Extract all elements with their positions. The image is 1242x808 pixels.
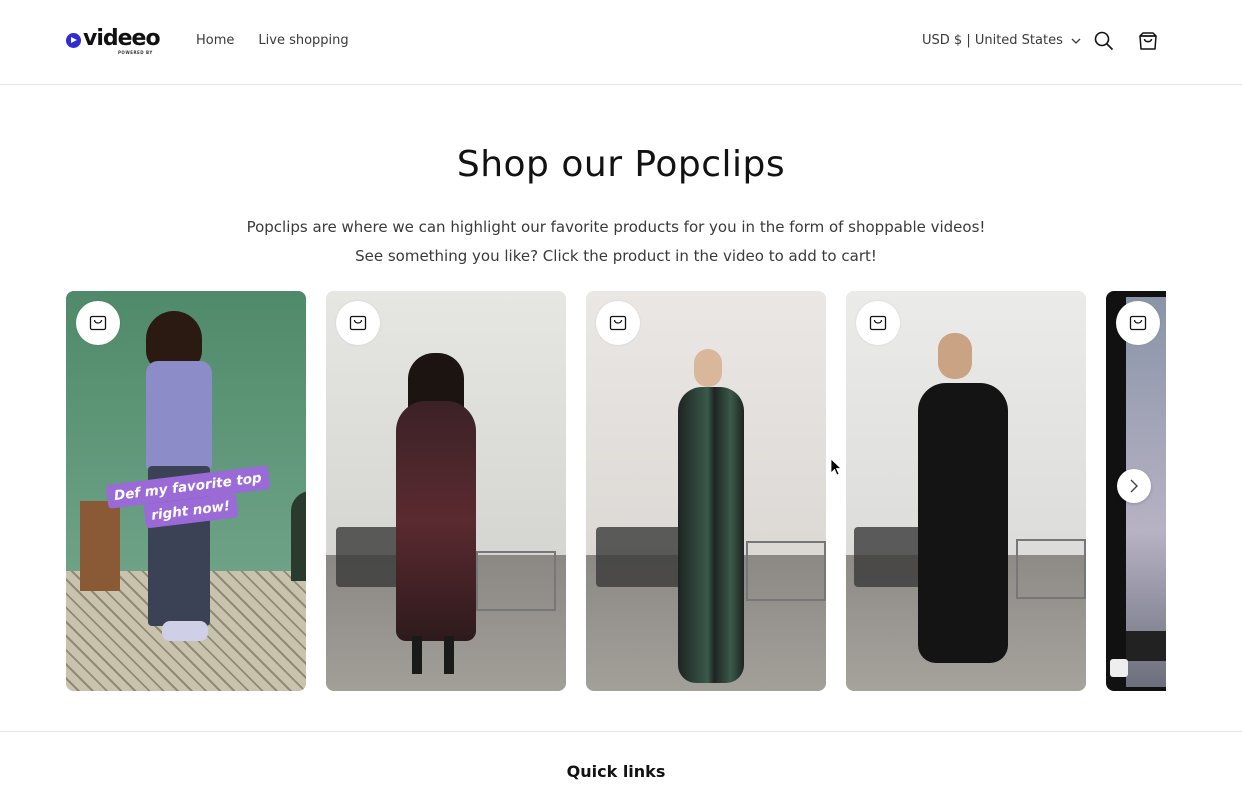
chevron-down-icon [1071,38,1081,44]
popclips-carousel: Def my favorite top right now! [66,291,1166,691]
shop-bag-button[interactable] [336,301,380,345]
shop-bag-button[interactable] [856,301,900,345]
logo-text: videeo [83,26,161,51]
chevron-right-icon [1130,479,1138,493]
video-thumbnail [326,291,566,691]
search-icon [1094,31,1114,51]
video-thumbnail [846,291,1086,691]
popclip-card[interactable] [846,291,1086,691]
shopping-bag-icon [1129,315,1147,331]
mouse-cursor-icon [830,458,842,476]
footer-title: Quick links [566,762,666,781]
shop-bag-button[interactable] [76,301,120,345]
shopping-bag-icon [349,315,367,331]
shopping-bag-icon [89,315,107,331]
carousel-next-button[interactable] [1117,469,1151,503]
logo-subtext: POWERED BY [118,50,153,55]
video-thumbnail [586,291,826,691]
play-icon [66,33,81,48]
popclip-card[interactable]: Def my favorite top right now! [66,291,306,691]
shopping-bag-icon [609,315,627,331]
currency-selector[interactable]: USD $ | United States [922,33,1081,48]
shop-bag-button[interactable] [1116,301,1160,345]
section-description: Popclips are where we can highlight our … [246,218,986,265]
shop-bag-button[interactable] [596,301,640,345]
cart-button[interactable] [1136,29,1160,53]
page-title: Shop our Popclips [456,144,786,185]
cart-icon [1139,32,1157,50]
shopping-bag-icon [869,315,887,331]
search-button[interactable] [1092,29,1116,53]
site-header: videeo POWERED BY Home Live shopping USD… [0,0,1242,85]
main-nav: Home Live shopping [196,33,349,48]
popclip-card[interactable] [586,291,826,691]
footer-divider [0,731,1242,732]
videeo-logo[interactable]: videeo POWERED BY [66,26,161,56]
nav-live-shopping-link[interactable]: Live shopping [258,33,348,48]
popclip-card[interactable] [326,291,566,691]
currency-label: USD $ | United States [922,33,1063,48]
nav-home-link[interactable]: Home [196,33,234,48]
